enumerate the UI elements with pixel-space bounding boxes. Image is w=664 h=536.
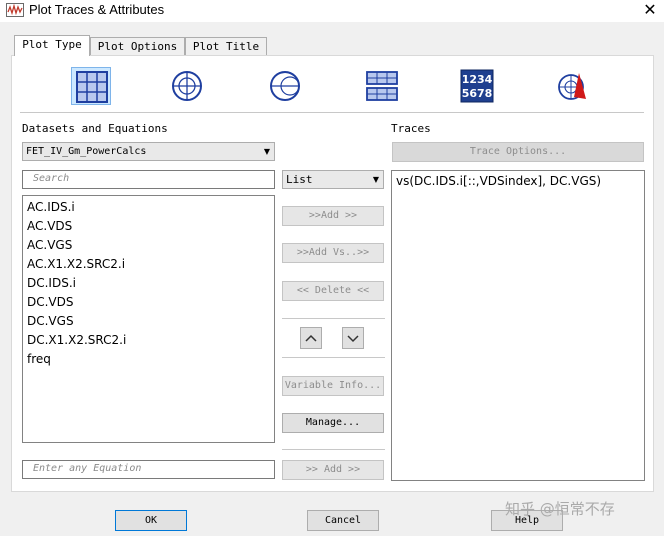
- plot-type-stacked[interactable]: [362, 67, 402, 105]
- add-equation-button[interactable]: >> Add >>: [282, 460, 384, 480]
- middle-divider: [282, 357, 385, 358]
- list-item[interactable]: DC.VDS: [27, 295, 74, 309]
- list-table-icon: 1234 5678: [460, 69, 494, 103]
- chevron-down-icon: ▼: [372, 175, 379, 184]
- list-item[interactable]: AC.VDS: [27, 219, 72, 233]
- view-mode-select[interactable]: List ▼: [282, 170, 384, 189]
- list-item[interactable]: AC.IDS.i: [27, 200, 75, 214]
- chevron-down-icon: ▼: [263, 147, 270, 156]
- chevron-down-icon: [347, 335, 359, 343]
- manage-button[interactable]: Manage...: [282, 413, 384, 433]
- dataset-select[interactable]: FET_IV_Gm_PowerCalcs ▼: [22, 142, 275, 161]
- list-item[interactable]: DC.VGS: [27, 314, 74, 328]
- list-item[interactable]: DC.X1.X2.SRC2.i: [27, 333, 126, 347]
- traces-list[interactable]: vs(DC.IDS.i[::,VDSindex], DC.VGS): [391, 170, 645, 481]
- variables-list[interactable]: AC.IDS.i AC.VDS AC.VGS AC.X1.X2.SRC2.i D…: [22, 195, 275, 443]
- cancel-button[interactable]: Cancel: [307, 510, 379, 531]
- tab-plot-title[interactable]: Plot Title: [185, 37, 267, 55]
- watermark-text: 知乎 @恒常不存: [505, 500, 615, 518]
- plot-type-antenna[interactable]: [553, 67, 593, 105]
- plot-type-list[interactable]: 1234 5678: [457, 67, 497, 105]
- close-button[interactable]: ✕: [636, 0, 664, 22]
- stacked-rectangular-icon: [366, 71, 398, 101]
- move-up-button[interactable]: [300, 327, 322, 349]
- move-down-button[interactable]: [342, 327, 364, 349]
- icon-divider: [20, 112, 644, 113]
- window-title: Plot Traces & Attributes: [29, 2, 165, 17]
- trace-options-button[interactable]: Trace Options...: [392, 142, 644, 162]
- polar-plot-icon: [172, 71, 202, 101]
- traces-label: Traces: [391, 122, 431, 135]
- chevron-up-icon: [305, 334, 317, 342]
- tab-plot-type[interactable]: Plot Type: [14, 35, 90, 56]
- plot-type-polar[interactable]: [167, 67, 207, 105]
- datasets-label: Datasets and Equations: [22, 122, 168, 135]
- plot-type-smith[interactable]: [265, 67, 305, 105]
- middle-divider: [282, 449, 385, 450]
- smith-chart-icon: [270, 71, 300, 101]
- tab-plot-options[interactable]: Plot Options: [90, 37, 185, 55]
- add-vs-button[interactable]: >>Add Vs..>>: [282, 243, 384, 263]
- equation-input[interactable]: Enter any Equation: [22, 460, 275, 479]
- middle-divider: [282, 318, 385, 319]
- plot-type-rectangular[interactable]: [71, 67, 111, 105]
- add-button[interactable]: >>Add >>: [282, 206, 384, 226]
- trace-item[interactable]: vs(DC.IDS.i[::,VDSindex], DC.VGS): [396, 174, 601, 188]
- list-item[interactable]: DC.IDS.i: [27, 276, 76, 290]
- list-item[interactable]: freq: [27, 352, 51, 366]
- list-item[interactable]: AC.X1.X2.SRC2.i: [27, 257, 125, 271]
- delete-button[interactable]: << Delete <<: [282, 281, 384, 301]
- antenna-plot-icon: [558, 73, 586, 100]
- list-item[interactable]: AC.VGS: [27, 238, 72, 252]
- svg-text:1234: 1234: [462, 73, 493, 86]
- app-icon: [6, 3, 24, 17]
- view-mode-value: List: [286, 173, 313, 186]
- search-input[interactable]: Search: [22, 170, 275, 189]
- dataset-select-value: FET_IV_Gm_PowerCalcs: [26, 146, 147, 157]
- svg-text:5678: 5678: [462, 87, 493, 100]
- ok-button[interactable]: OK: [115, 510, 187, 531]
- variable-info-button[interactable]: Variable Info...: [282, 376, 384, 396]
- rectangular-grid-icon: [76, 71, 108, 103]
